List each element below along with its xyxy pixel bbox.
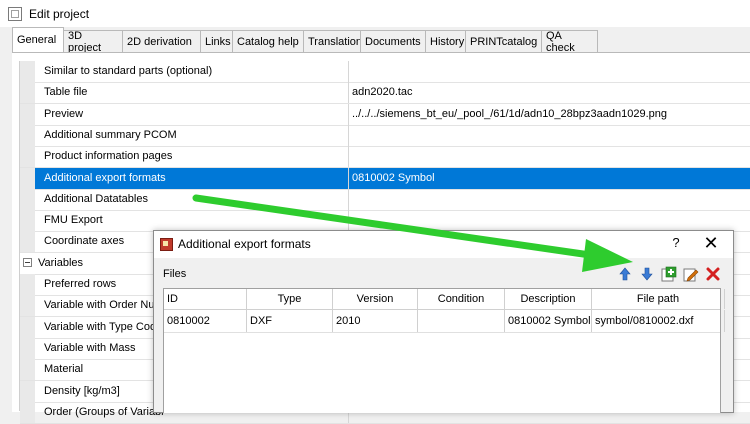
delete-button[interactable] (705, 266, 721, 282)
row-gutter (20, 167, 35, 189)
tab-printcatalog[interactable]: PRINTcatalog (465, 30, 542, 52)
property-value[interactable]: adn2020.tac (349, 82, 413, 103)
add-button[interactable] (661, 266, 677, 282)
edit-button[interactable] (683, 266, 699, 282)
row-gutter (20, 295, 35, 317)
tab-strip: General 3D project 2D derivation Links Catal… (12, 27, 598, 54)
tab-2d-derivation[interactable]: 2D derivation (122, 30, 201, 52)
property-row-fmu-export[interactable]: FMU Export (20, 210, 750, 233)
row-gutter (20, 124, 35, 146)
files-table: ID Type Version Condition Description File pa… (163, 288, 725, 413)
row-gutter (20, 146, 35, 168)
tab-qa-check[interactable]: QA check (541, 30, 598, 54)
dialog-app-icon (160, 238, 173, 251)
move-down-button[interactable] (639, 266, 655, 282)
property-row-additional-export-formats[interactable]: Additional export formats 0810002 Symbol (20, 167, 750, 190)
property-value[interactable] (349, 210, 352, 231)
column-header-file-path[interactable]: File path (592, 289, 725, 309)
property-row-table-file[interactable]: Table file adn2020.tac (20, 82, 750, 105)
window-title: Edit project (29, 6, 90, 21)
edit-icon (683, 268, 699, 282)
property-name: Additional export formats (35, 167, 349, 189)
row-gutter (20, 337, 35, 359)
cell-type: DXF (247, 310, 333, 332)
add-icon (661, 266, 677, 282)
files-table-body: 0810002 DXF 2010 0810002 Symbol symbol/08100… (164, 310, 725, 333)
tab-catalog-help[interactable]: Catalog help (232, 30, 304, 52)
move-up-icon (619, 267, 631, 281)
move-down-icon (641, 267, 653, 281)
property-name: Preview (35, 103, 349, 125)
property-value[interactable] (349, 61, 352, 82)
dialog-title: Additional export formats (178, 237, 311, 251)
property-row-additional-summary-pcom[interactable]: Additional summary PCOM (20, 124, 750, 147)
move-up-button[interactable] (617, 266, 633, 282)
property-row-product-information-pages[interactable]: Product information pages (20, 146, 750, 169)
category-name: Variables (38, 256, 84, 269)
files-label: Files (163, 268, 187, 280)
tab-translation[interactable]: Translation (303, 30, 362, 52)
row-gutter (20, 210, 35, 232)
row-gutter (20, 380, 35, 402)
row-gutter (20, 61, 35, 82)
property-name: Additional Datatables (35, 188, 349, 210)
row-gutter (20, 359, 35, 381)
property-name: Product information pages (35, 146, 349, 168)
property-value[interactable] (349, 146, 352, 167)
row-gutter (20, 188, 35, 210)
cell-version: 2010 (333, 310, 418, 332)
close-button[interactable]: ✕ (702, 232, 720, 254)
dialog-titlebar: Additional export formats ? ✕ (154, 231, 733, 258)
row-gutter (20, 274, 35, 295)
tab-3d-project[interactable]: 3D project (63, 30, 123, 54)
cell-id: 0810002 (164, 310, 247, 332)
files-toolbar (617, 266, 727, 282)
row-gutter (20, 316, 35, 338)
property-name: Table file (35, 82, 349, 104)
column-header-version[interactable]: Version (333, 289, 418, 309)
help-button[interactable]: ? (669, 235, 683, 250)
property-row-additional-datatables[interactable]: Additional Datatables (20, 188, 750, 211)
row-gutter (20, 231, 35, 253)
column-header-description[interactable]: Description (505, 289, 592, 309)
tab-history[interactable]: History (425, 30, 466, 52)
property-value[interactable]: ../../../siemens_bt_eu/_pool_/61/1d/adn1… (349, 104, 667, 125)
window-titlebar: Edit project (0, 0, 750, 27)
tab-links[interactable]: Links (200, 30, 233, 52)
row-gutter (20, 401, 35, 423)
delete-icon (706, 267, 720, 281)
row-gutter (20, 82, 35, 104)
tab-general[interactable]: General (12, 27, 64, 52)
row-gutter (20, 103, 35, 125)
property-name: Additional summary PCOM (35, 124, 349, 146)
property-row-preview[interactable]: Preview ../../../siemens_bt_eu/_pool_/61/… (20, 103, 750, 126)
collapse-icon[interactable] (23, 258, 32, 268)
property-value[interactable] (349, 125, 352, 146)
property-value[interactable]: 0810002 Symbol (349, 167, 750, 189)
files-table-header: ID Type Version Condition Description File pa… (164, 289, 725, 310)
column-header-id[interactable]: ID (164, 289, 247, 309)
column-header-type[interactable]: Type (247, 289, 333, 309)
additional-export-formats-dialog: Additional export formats ? ✕ Files ID T… (153, 230, 734, 413)
cell-description: 0810002 Symbol (505, 310, 592, 332)
table-row[interactable]: 0810002 DXF 2010 0810002 Symbol symbol/08100… (164, 310, 725, 333)
window-icon (8, 6, 22, 21)
cell-file-path: symbol/0810002.dxf (592, 310, 725, 332)
property-name: FMU Export (35, 210, 349, 232)
tab-documents[interactable]: Documents (360, 30, 426, 52)
property-value[interactable] (349, 189, 352, 210)
cell-condition (418, 310, 505, 332)
property-name: Similar to standard parts (optional) (35, 61, 349, 82)
column-header-condition[interactable]: Condition (418, 289, 505, 309)
property-row-similar-to-standard-parts-optional[interactable]: Similar to standard parts (optional) (20, 61, 750, 83)
